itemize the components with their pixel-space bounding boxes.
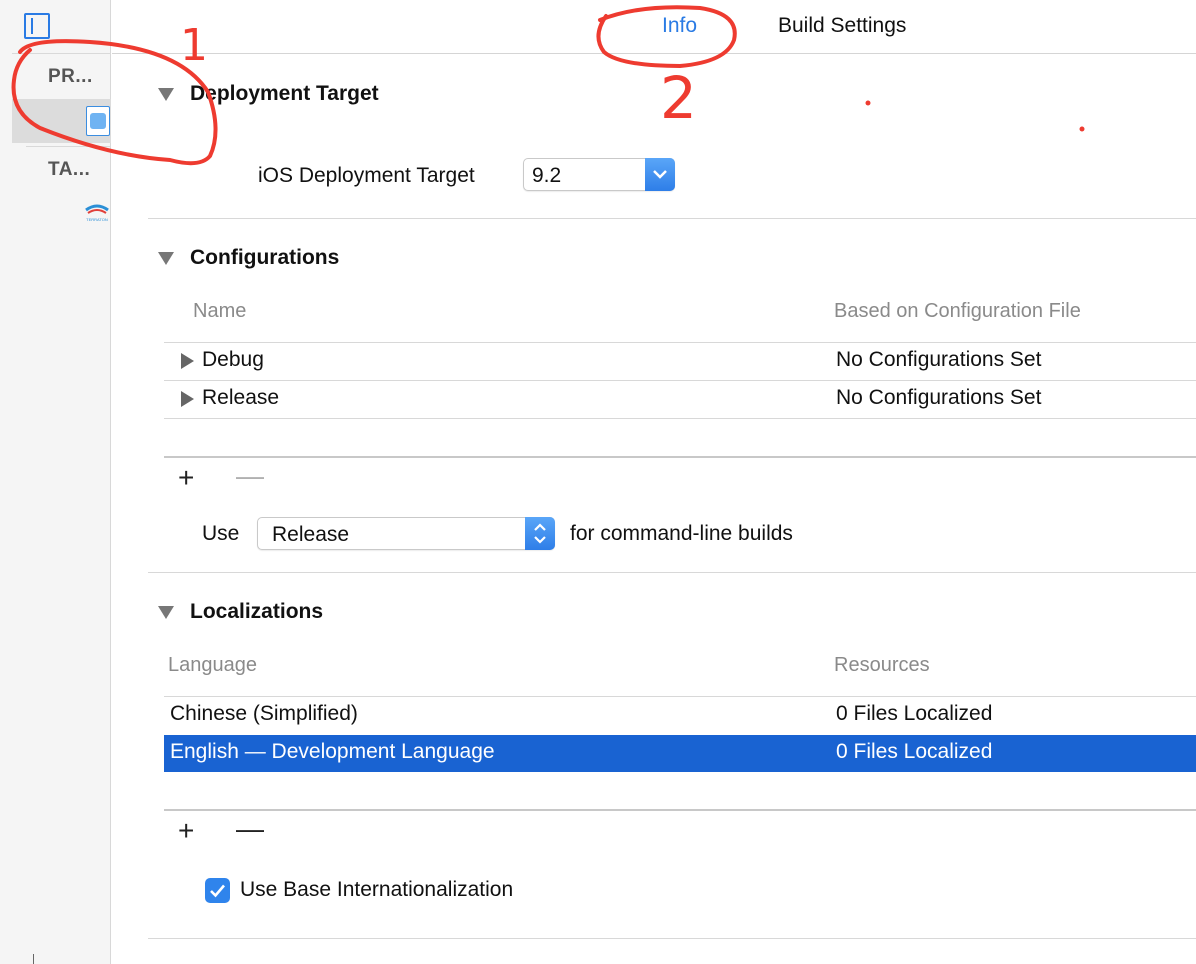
- section-divider: [148, 938, 1196, 939]
- section-divider: [148, 218, 1196, 219]
- resize-handle: [33, 954, 34, 964]
- use-label: Use: [202, 522, 240, 545]
- project-file-icon: [86, 106, 110, 136]
- table-row[interactable]: Debug: [202, 348, 264, 372]
- command-line-builds-label: for command-line builds: [570, 522, 793, 545]
- ios-deployment-target-label: iOS Deployment Target: [258, 164, 475, 187]
- ios-deployment-target-combobox[interactable]: 9.2: [523, 158, 675, 191]
- release-row-disclosure-icon[interactable]: [181, 391, 194, 407]
- editor-tab-bar: Info Build Settings: [112, 0, 1196, 54]
- table-row[interactable]: English — Development Language: [170, 740, 495, 764]
- deployment-disclosure-triangle-icon[interactable]: [158, 88, 174, 101]
- sidebar-targets-section-label: TA...: [48, 159, 91, 180]
- checkmark-icon: [210, 884, 225, 898]
- tab-build-settings[interactable]: Build Settings: [778, 14, 906, 38]
- table-cell[interactable]: 0 Files Localized: [836, 702, 992, 726]
- table-cell[interactable]: No Configurations Set: [836, 386, 1041, 410]
- sidebar-project-section-label: PR...: [48, 66, 93, 87]
- table-bottom-border: [164, 809, 1196, 811]
- ios-deployment-target-value: 9.2: [532, 164, 562, 187]
- command-line-build-configuration-select[interactable]: Release: [257, 517, 555, 550]
- configurations-disclosure-triangle-icon[interactable]: [158, 252, 174, 265]
- base-internationalization-label[interactable]: Use Base Internationalization: [240, 878, 513, 902]
- deployment-section-title: Deployment Target: [190, 82, 379, 105]
- table-header-divider: [164, 342, 1196, 343]
- table-bottom-border: [164, 456, 1196, 458]
- row-divider: [164, 380, 1196, 381]
- annotation-mark-2: 2: [660, 64, 697, 132]
- navigator-sidebar: PR... TA... TERRATON: [0, 0, 111, 964]
- configurations-column-name[interactable]: Name: [193, 300, 246, 323]
- localizations-section-title: Localizations: [190, 600, 324, 623]
- debug-row-disclosure-icon[interactable]: [181, 353, 194, 369]
- table-header-divider: [164, 696, 1196, 697]
- configurations-column-file[interactable]: Based on Configuration File: [834, 300, 1081, 323]
- configurations-section-title: Configurations: [190, 246, 340, 269]
- annotation-dot: [1079, 126, 1085, 132]
- target-app-icon[interactable]: TERRATON: [84, 200, 110, 222]
- localizations-disclosure-triangle-icon[interactable]: [158, 606, 174, 619]
- table-cell[interactable]: 0 Files Localized: [836, 740, 992, 764]
- sidebar-toggle-icon[interactable]: [24, 13, 50, 39]
- target-icon-text: TERRATON: [86, 217, 108, 222]
- table-row[interactable]: Chinese (Simplified): [170, 702, 358, 726]
- tab-info[interactable]: Info: [662, 14, 697, 38]
- localizations-column-resources[interactable]: Resources: [834, 654, 930, 677]
- sidebar-divider: [26, 146, 111, 147]
- add-configuration-button[interactable]: +: [178, 462, 194, 494]
- sidebar-divider: [12, 53, 111, 54]
- section-divider: [148, 572, 1196, 573]
- up-down-chevron-icon[interactable]: [525, 517, 555, 550]
- chevron-down-icon[interactable]: [645, 158, 675, 191]
- table-row[interactable]: Release: [202, 386, 279, 410]
- base-internationalization-checkbox[interactable]: [205, 878, 230, 903]
- row-divider: [164, 418, 1196, 419]
- table-cell[interactable]: No Configurations Set: [836, 348, 1041, 372]
- command-line-build-configuration-value: Release: [272, 523, 350, 546]
- annotation-dot: [865, 100, 871, 106]
- remove-configuration-button[interactable]: —: [236, 460, 264, 492]
- remove-localization-button[interactable]: —: [236, 813, 264, 845]
- localizations-column-language[interactable]: Language: [168, 654, 257, 677]
- add-localization-button[interactable]: +: [178, 815, 194, 847]
